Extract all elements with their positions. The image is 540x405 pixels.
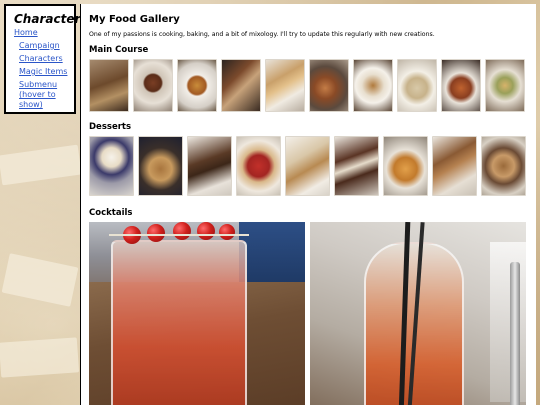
- dessert-photo[interactable]: [383, 136, 428, 196]
- background-texture: [0, 144, 82, 186]
- dessert-photo[interactable]: [481, 136, 526, 196]
- dessert-photo[interactable]: [187, 136, 232, 196]
- cocktail-glass: [111, 240, 247, 405]
- food-photo[interactable]: [485, 59, 525, 112]
- cocktails-gallery: [89, 222, 536, 405]
- sidebar-title: Characters: [14, 12, 88, 26]
- food-photo[interactable]: [89, 59, 129, 112]
- page-title: My Food Gallery: [89, 14, 180, 25]
- cherry-garnish: [147, 224, 165, 242]
- cherry-garnish: [173, 222, 191, 240]
- section-title-cocktails: Cocktails: [89, 208, 133, 218]
- dessert-photo[interactable]: [236, 136, 281, 196]
- food-photo[interactable]: [309, 59, 349, 112]
- food-photo[interactable]: [177, 59, 217, 112]
- section-title-main-course: Main Course: [89, 45, 149, 55]
- dessert-photo[interactable]: [285, 136, 330, 196]
- fork: [510, 262, 520, 405]
- sidebar-link-campaign[interactable]: Campaign: [19, 41, 74, 51]
- cherry-garnish: [219, 224, 235, 240]
- desserts-gallery: [89, 136, 536, 196]
- background-texture: [1, 253, 79, 307]
- dessert-photo[interactable]: [432, 136, 477, 196]
- food-photo[interactable]: [397, 59, 437, 112]
- cocktail-photo[interactable]: [310, 222, 526, 405]
- sidebar-link-magic-items[interactable]: Magic Items: [19, 67, 74, 77]
- main-course-gallery: [89, 59, 536, 112]
- background-texture: [0, 337, 80, 378]
- sidebar-link-home[interactable]: Home: [14, 28, 74, 38]
- food-photo[interactable]: [353, 59, 393, 112]
- background-object: [490, 242, 526, 402]
- background-object: [239, 222, 305, 282]
- dessert-photo[interactable]: [138, 136, 183, 196]
- cocktail-pick: [109, 234, 249, 236]
- dessert-photo[interactable]: [334, 136, 379, 196]
- cherry-garnish: [197, 222, 215, 240]
- dessert-photo[interactable]: [89, 136, 134, 196]
- cocktail-photo[interactable]: [89, 222, 305, 405]
- food-photo[interactable]: [133, 59, 173, 112]
- sidebar-link-characters[interactable]: Characters: [19, 54, 74, 64]
- main-content: My Food Gallery One of my passions is co…: [80, 4, 536, 405]
- section-title-desserts: Desserts: [89, 122, 132, 132]
- food-photo[interactable]: [265, 59, 305, 112]
- sidebar: Characters Home Campaign Characters Magi…: [4, 4, 88, 114]
- food-photo[interactable]: [221, 59, 261, 112]
- intro-text: One of my passions is cooking, baking, a…: [89, 31, 435, 38]
- sidebar-link-submenu[interactable]: Submenu (hover to show): [19, 80, 74, 110]
- food-photo[interactable]: [441, 59, 481, 112]
